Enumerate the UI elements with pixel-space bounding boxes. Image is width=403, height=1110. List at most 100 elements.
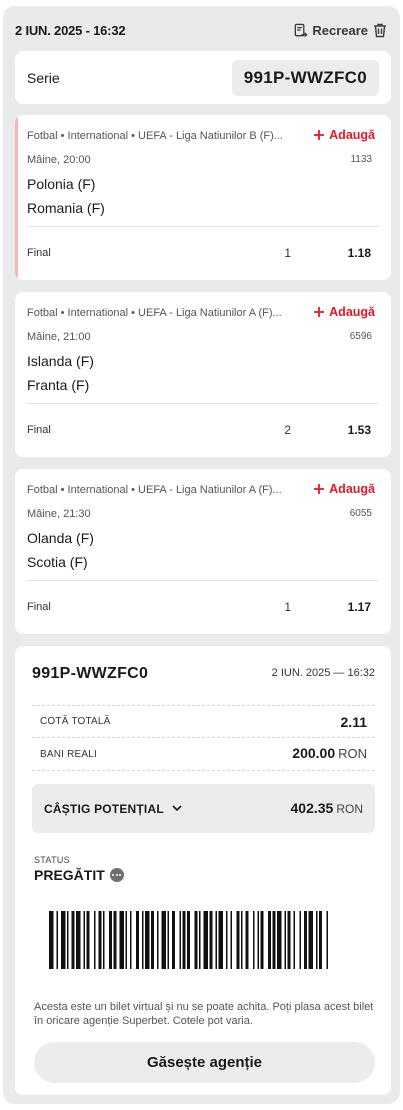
event-code: 6055 xyxy=(349,508,372,519)
event-card: Fotbal • International • UEFA - Liga Nat… xyxy=(15,469,391,634)
barcode-bar xyxy=(71,911,75,969)
total-odds-value: 2.11 xyxy=(340,713,367,730)
status-label: STATUS xyxy=(34,855,70,865)
event-card: Fotbal • International • UEFA - Liga Nat… xyxy=(15,292,391,457)
barcode-bar xyxy=(119,911,124,969)
barcode-bar xyxy=(268,911,271,969)
home-team: Islanda (F) xyxy=(27,353,94,369)
odd-value: 1.18 xyxy=(347,246,371,260)
barcode-bar xyxy=(293,911,295,969)
odd-value: 1.17 xyxy=(347,600,371,614)
barcode-bar xyxy=(199,911,201,969)
add-button[interactable]: Adaugă xyxy=(313,128,375,142)
home-team: Polonia (F) xyxy=(27,176,96,192)
serie-value[interactable]: 991P-WWZFC0 xyxy=(231,60,379,96)
barcode-bar xyxy=(253,911,255,969)
market-name: Final xyxy=(27,247,51,259)
barcode-bar xyxy=(76,911,81,969)
chevron-down-icon xyxy=(172,805,182,812)
home-team: Olanda (F) xyxy=(27,530,94,546)
plus-icon xyxy=(313,306,325,318)
barcode xyxy=(49,911,328,969)
stake-amount: 200.00 RON xyxy=(292,745,367,763)
potential-win-header: CÂȘTIG POTENȚIAL xyxy=(44,802,182,816)
ticket-date: 2 IUN. 2025 - 16:32 xyxy=(15,22,126,38)
barcode-bar xyxy=(167,911,169,969)
barcode-bar xyxy=(56,911,58,969)
barcode-bar xyxy=(113,911,117,969)
barcode-bar xyxy=(157,911,159,969)
ticket-code: 991P-WWZFC0 xyxy=(32,665,149,682)
potential-win-toggle[interactable]: CÂȘTIG POTENȚIAL 402.35 RON xyxy=(32,784,375,833)
find-agency-button[interactable]: Găsește agenție xyxy=(34,1042,375,1083)
plus-icon xyxy=(313,129,325,141)
barcode-bar xyxy=(245,911,249,969)
barcode-bar xyxy=(326,911,328,969)
barcode-bar xyxy=(272,911,276,969)
event-code: 6596 xyxy=(349,331,372,342)
divider xyxy=(27,403,379,404)
barcode-bar xyxy=(83,911,85,969)
barcode-bar xyxy=(215,911,217,969)
selection: 2 xyxy=(284,423,291,437)
barcode-bar xyxy=(209,911,213,969)
barcode-bar xyxy=(179,911,181,969)
barcode-bar xyxy=(182,911,186,969)
barcode-bar xyxy=(277,911,282,969)
barcode-bar xyxy=(319,911,322,969)
add-button[interactable]: Adaugă xyxy=(313,305,375,319)
barcode-bar xyxy=(287,911,291,969)
barcode-bar xyxy=(61,911,66,969)
ticket-panel: 2 IUN. 2025 - 16:32 Recreare Serie 991P-… xyxy=(3,6,400,1104)
stake-currency: RON xyxy=(338,746,367,761)
status-value: PREGĂTIT xyxy=(34,867,105,883)
barcode-bar xyxy=(109,911,112,969)
selection: 1 xyxy=(284,246,291,260)
barcode-bar xyxy=(67,911,69,969)
potential-win-amount: 402.35 RON xyxy=(291,800,364,818)
barcode-bar xyxy=(236,911,240,969)
barcode-bar xyxy=(203,911,208,969)
barcode-bar xyxy=(187,911,190,969)
total-odds-label: COTĂ TOTALĂ xyxy=(40,716,111,727)
barcode-bar xyxy=(260,911,264,969)
add-label: Adaugă xyxy=(329,128,375,142)
event-time: Mâine, 21:00 xyxy=(27,331,91,343)
event-league: Fotbal • International • UEFA - Liga Nat… xyxy=(27,130,283,142)
recreate-icon xyxy=(293,23,308,38)
add-button[interactable]: Adaugă xyxy=(313,482,375,496)
disclaimer-text: Acesta este un bilet virtual și nu se po… xyxy=(34,1001,374,1027)
barcode-bar xyxy=(308,911,313,969)
plus-icon xyxy=(313,483,325,495)
barcode-bar xyxy=(103,911,105,969)
event-league: Fotbal • International • UEFA - Liga Nat… xyxy=(27,484,282,496)
potential-win-value: 402.35 xyxy=(290,799,334,816)
add-label: Adaugă xyxy=(329,482,375,496)
barcode-bar xyxy=(49,911,54,969)
ticket-summary: 991P-WWZFC0 2 IUN. 2025 — 16:32 COTĂ TOT… xyxy=(15,646,391,1095)
barcode-bar xyxy=(151,911,154,969)
divider xyxy=(27,580,379,581)
barcode-bar xyxy=(145,911,150,969)
more-dots-icon[interactable] xyxy=(109,868,124,882)
market-name: Final xyxy=(27,601,51,613)
stake-label: BANI REALI xyxy=(40,748,98,760)
barcode-bar xyxy=(257,911,259,969)
add-label: Adaugă xyxy=(329,305,375,319)
trash-icon[interactable] xyxy=(372,22,388,38)
event-code: 1133 xyxy=(350,154,372,165)
barcode-bar xyxy=(226,911,228,969)
event-time: Mâine, 20:00 xyxy=(27,154,91,166)
recreate-label: Recreare xyxy=(312,22,368,38)
away-team: Romania (F) xyxy=(27,200,105,216)
barcode-bar xyxy=(230,911,232,969)
barcode-bar xyxy=(172,911,175,969)
barcode-bar xyxy=(136,911,139,969)
potential-win-currency: RON xyxy=(336,801,363,816)
barcode-bar xyxy=(316,911,318,969)
barcode-bar xyxy=(241,911,243,969)
event-time: Mâine, 21:30 xyxy=(27,508,91,520)
barcode-bar xyxy=(142,911,144,969)
market-name: Final xyxy=(27,424,51,436)
recreate-button[interactable]: Recreare xyxy=(293,23,368,38)
